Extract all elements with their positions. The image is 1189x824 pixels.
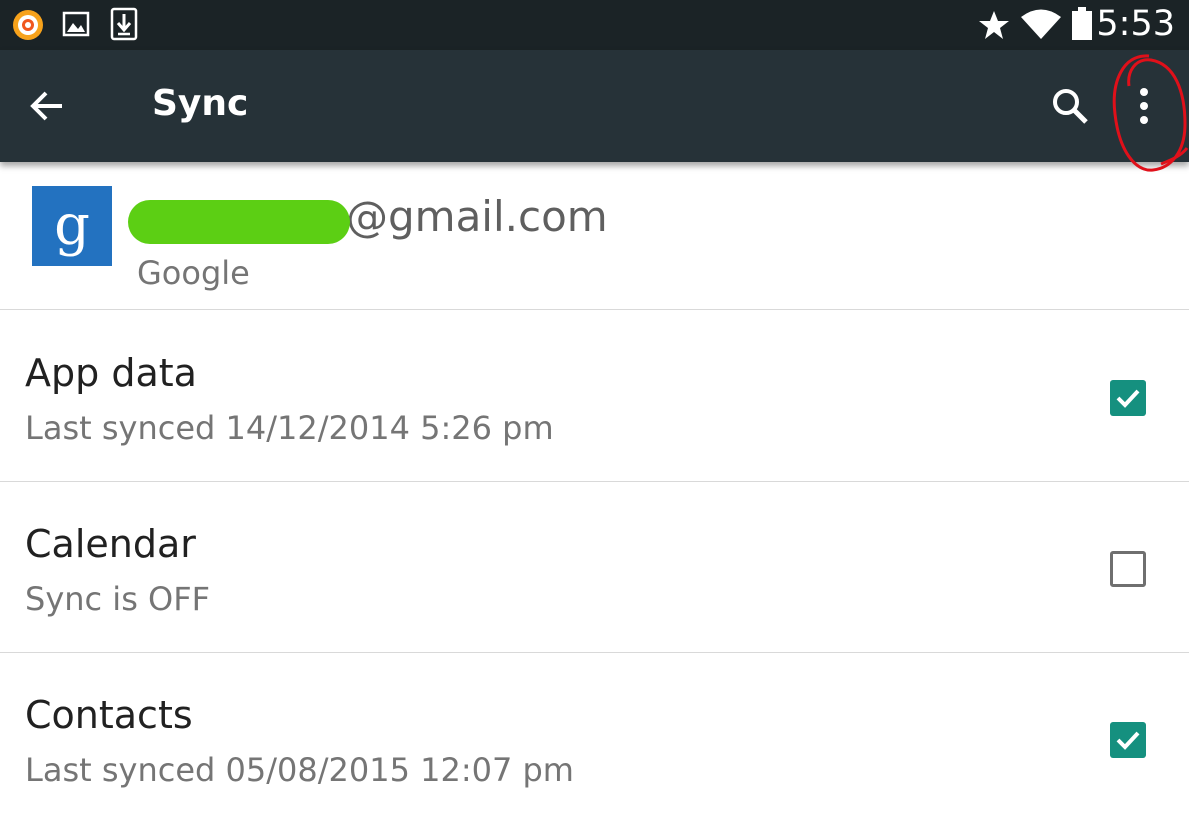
account-email-domain: @gmail.com [346, 192, 608, 241]
sync-item-app-data[interactable]: App data Last synced 14/12/2014 5:26 pm [0, 311, 1189, 482]
sync-item-contacts[interactable]: Contacts Last synced 05/08/2015 12:07 pm [0, 653, 1189, 824]
sync-item-label: Calendar [25, 522, 196, 566]
sync-item-label: App data [25, 351, 197, 395]
star-icon [978, 9, 1010, 45]
battery-icon [1071, 7, 1093, 45]
checkmark-icon [1116, 731, 1140, 750]
search-icon [1053, 89, 1088, 124]
sync-item-status: Last synced 14/12/2014 5:26 pm [25, 409, 554, 447]
account-provider: Google [137, 254, 250, 292]
account-header[interactable]: g @gmail.com Google [0, 162, 1189, 310]
sync-item-status: Last synced 05/08/2015 12:07 pm [25, 751, 574, 789]
google-logo-letter: g [54, 193, 90, 258]
more-options-button[interactable] [1120, 80, 1168, 132]
wifi-icon [1020, 8, 1062, 44]
app-toolbar: Sync [0, 50, 1189, 162]
sync-item-status: Sync is OFF [25, 580, 211, 618]
sync-item-calendar[interactable]: Calendar Sync is OFF [0, 482, 1189, 653]
download-icon [110, 7, 138, 45]
search-button[interactable] [1046, 82, 1094, 130]
gallery-icon [62, 10, 90, 42]
sync-item-label: Contacts [25, 693, 193, 737]
more-vert-icon [1140, 88, 1148, 124]
page-title: Sync [152, 83, 249, 124]
redaction-mark [128, 200, 350, 244]
arrow-back-icon [30, 91, 62, 121]
sync-checkbox-app-data[interactable] [1110, 380, 1146, 416]
notification-app-icon [12, 9, 44, 45]
back-button[interactable] [24, 82, 72, 130]
sync-checkbox-contacts[interactable] [1110, 722, 1146, 758]
status-bar: 5:53 [0, 0, 1189, 50]
google-logo-icon: g [32, 186, 112, 266]
sync-checkbox-calendar[interactable] [1110, 551, 1146, 587]
clock-time: 5:53 [1096, 4, 1175, 44]
checkmark-icon [1116, 389, 1140, 408]
